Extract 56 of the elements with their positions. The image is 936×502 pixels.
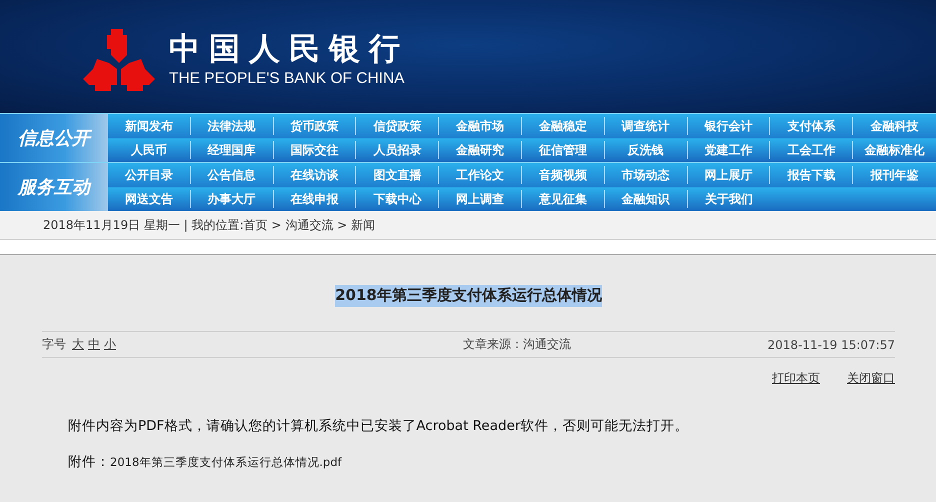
attachment-link[interactable]: 2018年第三季度支付体系运行总体情况.pdf xyxy=(110,455,342,470)
nav-link[interactable]: 经理国库 xyxy=(208,142,256,158)
nav-link[interactable]: 市场动态 xyxy=(622,166,670,184)
nav-link[interactable]: 金融市场 xyxy=(456,118,504,134)
bank-name-english: THE PEOPLE'S BANK OF CHINA xyxy=(169,69,406,89)
nav-link[interactable]: 金融科技 xyxy=(870,118,919,134)
nav-link[interactable]: 网上展厅 xyxy=(704,166,752,184)
nav-link[interactable]: 关于我们 xyxy=(704,190,753,208)
nav-link[interactable]: 工作论文 xyxy=(456,166,504,184)
action-link[interactable]: 打印本页 xyxy=(772,370,820,387)
font-size-link[interactable]: 大 xyxy=(72,336,84,353)
nav-link[interactable]: 法律法规 xyxy=(208,118,256,134)
publish-time: 2018-11-19 15:07:57 xyxy=(768,338,895,352)
section-label: 服务互动 xyxy=(0,163,108,211)
nav-link[interactable]: 反洗钱 xyxy=(628,142,664,158)
nav-link[interactable]: 人员招录 xyxy=(373,142,422,158)
nav-link[interactable]: 金融研究 xyxy=(456,142,504,158)
pdf-notice: 附件内容为PDF格式，请确认您的计算机系统中已安装了Acrobat Reader软件，否则可能无法打开。 xyxy=(68,417,690,435)
breadcrumb: 2018年11月19日 星期一 | 我的位置:首页 > 沟通交流 > 新闻 xyxy=(43,216,375,234)
nav-link[interactable]: 公告信息 xyxy=(208,166,256,184)
nav-link[interactable]: 金融标准化 xyxy=(864,142,925,158)
nav-link[interactable]: 在线申报 xyxy=(290,190,338,208)
article-title: 2018年第三季度支付体系运行总体情况 xyxy=(335,285,602,307)
nav-link[interactable]: 报刊年鉴 xyxy=(870,166,919,184)
nav-link[interactable]: 音频视频 xyxy=(538,166,587,184)
nav-link[interactable]: 金融稳定 xyxy=(538,118,587,134)
bank-logo-icon xyxy=(83,29,155,91)
nav-link[interactable]: 货币政策 xyxy=(290,118,338,134)
attachment-label: 附件： xyxy=(68,453,110,471)
nav-link[interactable]: 下载中心 xyxy=(373,190,422,208)
nav-link[interactable]: 报告下载 xyxy=(787,166,836,184)
nav-link[interactable]: 征信管理 xyxy=(538,142,587,158)
nav-link[interactable]: 工会工作 xyxy=(787,142,836,158)
nav-link[interactable]: 信贷政策 xyxy=(373,118,422,134)
nav-link[interactable]: 调查统计 xyxy=(622,118,670,134)
nav-link[interactable]: 在线访谈 xyxy=(290,166,338,184)
nav-link[interactable]: 网上调查 xyxy=(456,190,504,208)
nav-link[interactable]: 银行会计 xyxy=(704,118,752,134)
nav-link[interactable]: 图文直播 xyxy=(373,166,422,184)
action-link[interactable]: 关闭窗口 xyxy=(847,370,895,387)
nav-link[interactable]: 人民币 xyxy=(130,142,167,158)
bank-name: 中国人民银行 xyxy=(169,31,409,67)
font-size-link[interactable]: 小 xyxy=(104,336,116,353)
nav-link[interactable]: 金融知识 xyxy=(622,190,670,208)
nav-link[interactable]: 支付体系 xyxy=(787,118,836,134)
section-label: 信息公开 xyxy=(0,114,108,162)
nav-link[interactable]: 新闻发布 xyxy=(124,118,173,134)
nav-link[interactable]: 党建工作 xyxy=(704,142,752,158)
font-size-label: 字号 xyxy=(42,336,66,353)
article-source: 文章来源：沟通交流 xyxy=(462,336,571,353)
nav-link[interactable]: 办事大厅 xyxy=(208,190,256,208)
nav-link[interactable]: 公开目录 xyxy=(124,166,173,184)
nav-link[interactable]: 意见征集 xyxy=(538,190,587,208)
font-size-link[interactable]: 中 xyxy=(88,336,100,353)
nav-link[interactable]: 国际交往 xyxy=(290,142,338,158)
nav-link[interactable]: 网送文告 xyxy=(124,190,173,208)
